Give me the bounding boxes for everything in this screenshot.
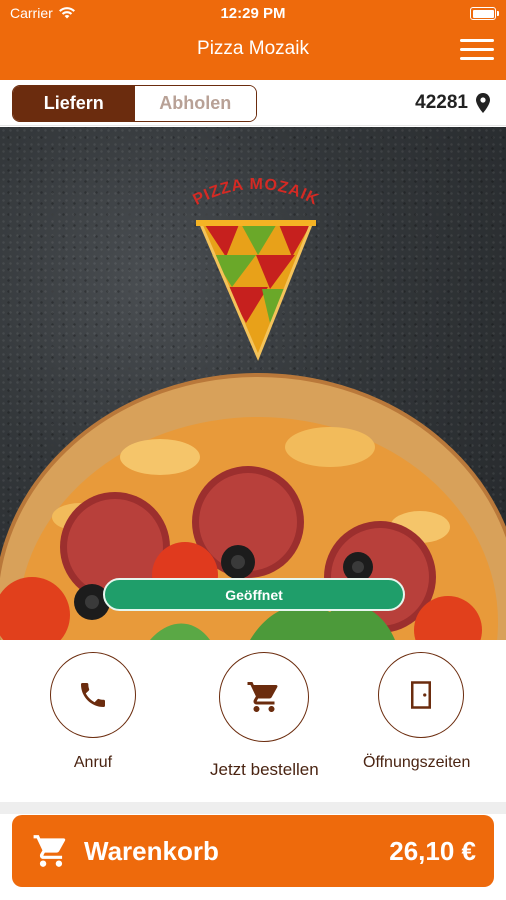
home-indicator-area	[0, 888, 506, 900]
pizza-mozaik-logo: PIZZA MOZAIK	[190, 176, 321, 361]
status-time: 12:29 PM	[220, 5, 286, 22]
door-icon	[410, 681, 431, 709]
top-bar: Carrier 12:29 PM Pizza Mozaik	[0, 0, 506, 80]
hours-action[interactable]: Öffnungszeiten	[363, 652, 470, 772]
cart-label: Warenkorb	[84, 835, 219, 866]
order-button[interactable]	[219, 652, 310, 742]
svg-text:PIZZA MOZAIK: PIZZA MOZAIK	[190, 176, 321, 209]
cart-total: 26,10 €	[389, 835, 476, 866]
cart-button[interactable]: Warenkorb 26,10 €	[12, 815, 494, 887]
hours-label: Öffnungszeiten	[363, 754, 471, 771]
section-divider	[0, 802, 506, 814]
zip-code: 42281	[415, 92, 468, 113]
open-status-button[interactable]: Geöffnet	[103, 578, 405, 611]
call-label: Anruf	[73, 754, 113, 771]
order-label: Jetzt bestellen	[210, 760, 319, 779]
call-action[interactable]: Anruf	[50, 652, 136, 772]
logo-text: PIZZA MOZAIK	[190, 176, 320, 209]
order-action[interactable]: Jetzt bestellen	[210, 652, 319, 780]
hamburger-menu-icon[interactable]	[460, 37, 494, 63]
status-bar: Carrier 12:29 PM	[0, 0, 506, 28]
battery-icon	[470, 7, 499, 20]
call-button[interactable]	[50, 652, 136, 738]
phone-icon	[81, 683, 105, 707]
delivery-option-abholen[interactable]: Abholen	[134, 86, 256, 121]
delivery-mode-toggle: Liefern Abholen	[12, 85, 257, 122]
zip-selector[interactable]: 42281	[415, 92, 490, 114]
location-pin-icon	[476, 93, 490, 113]
action-row: Anruf Jetzt bestellen Öffnungszeiten	[0, 640, 506, 802]
pizza-photo: PIZZA MOZAIK	[0, 176, 506, 640]
hours-button[interactable]	[377, 652, 464, 738]
delivery-option-liefern[interactable]: Liefern	[13, 86, 135, 121]
cart-icon	[247, 682, 278, 712]
hero-image: PIZZA MOZAIK Geöffnet	[0, 127, 506, 640]
cart-icon	[33, 835, 66, 867]
page-title: Pizza Mozaik	[197, 38, 309, 59]
delivery-bar: Liefern Abholen 42281	[0, 80, 506, 126]
